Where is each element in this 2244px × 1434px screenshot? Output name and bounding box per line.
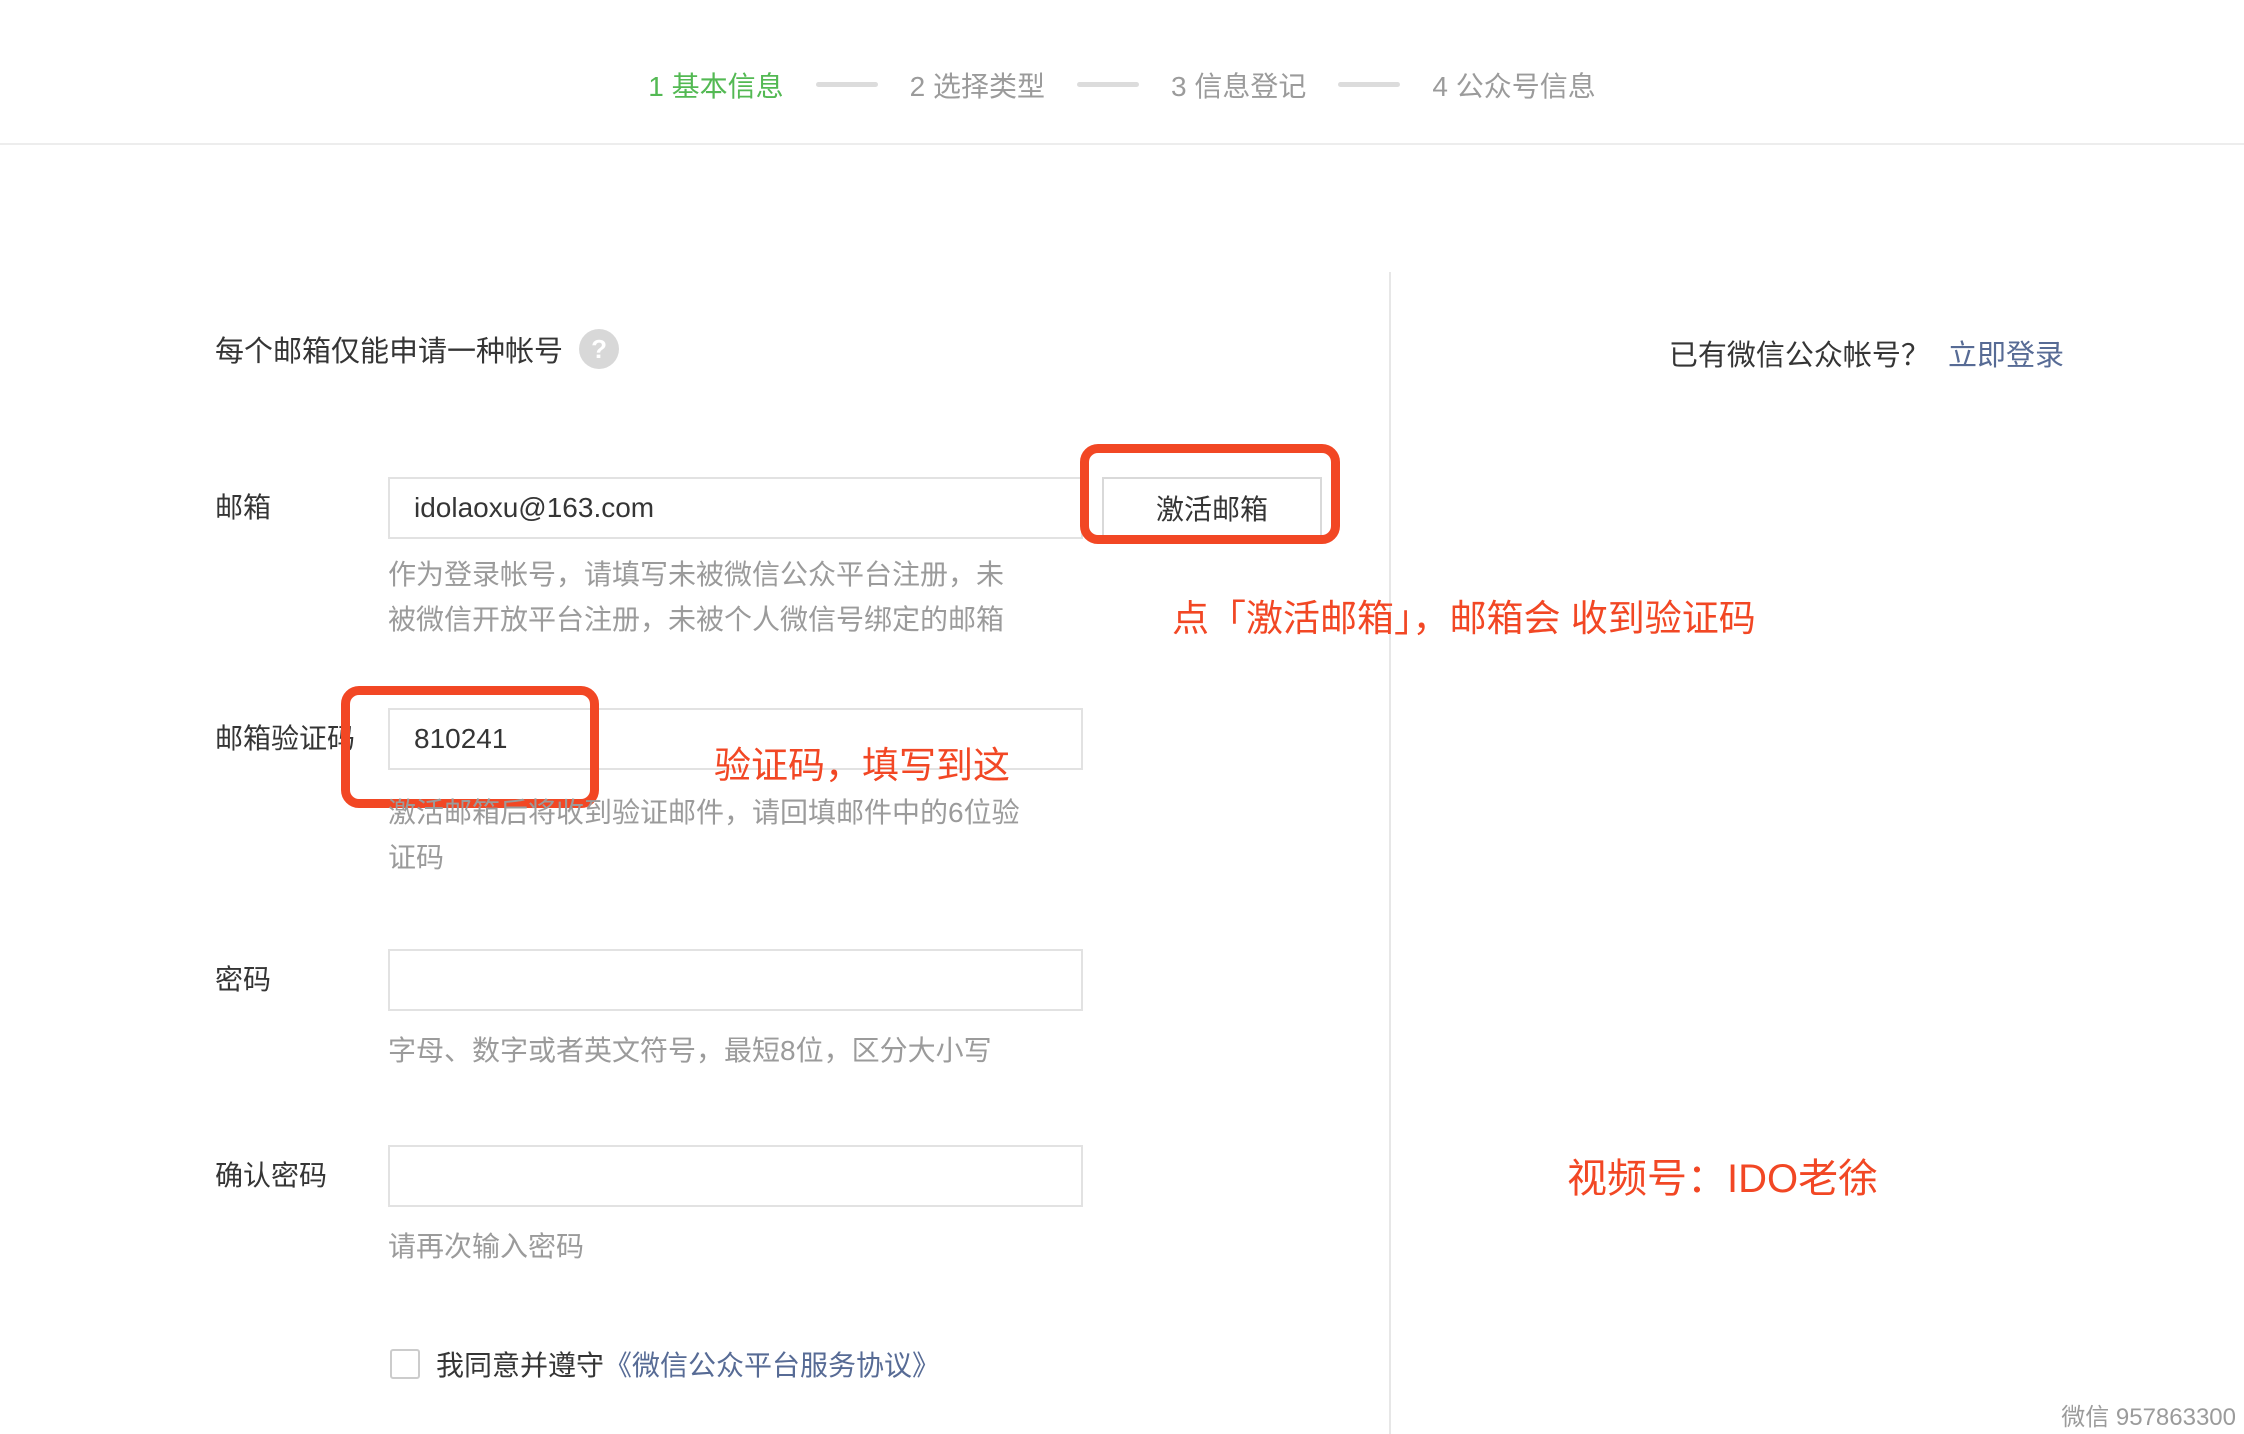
- step-info-registration: 3 信息登记: [1171, 65, 1306, 105]
- email-helper-line1: 作为登录帐号，请填写未被微信公众平台注册，未: [388, 552, 1004, 597]
- email-label: 邮箱: [215, 477, 385, 539]
- step-separator: [1338, 82, 1400, 87]
- code-annotation-text: 验证码，填写到这: [714, 735, 1010, 789]
- registration-page: 1 基本信息 2 选择类型 3 信息登记 4 公众号信息 每个邮箱仅能申请一种帐…: [0, 0, 2244, 1434]
- watermark-text: 微信 957863300: [2061, 1397, 2236, 1432]
- stepper: 1 基本信息 2 选择类型 3 信息登记 4 公众号信息: [648, 65, 1595, 105]
- vertical-divider: [1389, 272, 1391, 1434]
- code-helper-line1: 激活邮箱后将收到验证邮件，请回填邮件中的6位验: [388, 790, 1020, 835]
- email-helper-line2: 被微信开放平台注册，未被个人微信号绑定的邮箱: [388, 597, 1004, 642]
- email-input[interactable]: [388, 477, 1083, 539]
- email-limit-notice: 每个邮箱仅能申请一种帐号 ?: [215, 328, 619, 370]
- password-label: 密码: [215, 949, 385, 1011]
- email-code-label: 邮箱验证码: [215, 708, 385, 770]
- agreement-row: 我同意并遵守 《微信公众平台服务协议》: [390, 1344, 940, 1384]
- step-separator: [816, 82, 878, 87]
- code-helper-line2: 证码: [388, 835, 444, 880]
- existing-account-row: 已有微信公众帐号？ 立即登录: [1669, 332, 2064, 374]
- stepper-header: 1 基本信息 2 选择类型 3 信息登记 4 公众号信息: [0, 0, 2244, 145]
- agreement-text: 我同意并遵守: [436, 1344, 604, 1384]
- login-now-link[interactable]: 立即登录: [1948, 340, 2064, 372]
- question-mark-icon[interactable]: ?: [579, 329, 619, 369]
- activate-annotation-text: 点「激活邮箱」，邮箱会 收到验证码: [1172, 588, 1756, 642]
- step-basic-info: 1 基本信息: [648, 65, 783, 105]
- login-prompt: 已有微信公众帐号？: [1669, 340, 1930, 372]
- step-account-info: 4 公众号信息: [1432, 65, 1595, 105]
- activate-email-button[interactable]: 激活邮箱: [1102, 477, 1322, 539]
- confirm-password-label: 确认密码: [215, 1145, 385, 1207]
- service-agreement-link[interactable]: 《微信公众平台服务协议》: [604, 1344, 940, 1384]
- confirm-password-input[interactable]: [388, 1145, 1083, 1207]
- step-choose-type: 2 选择类型: [910, 65, 1045, 105]
- channel-annotation-text: 视频号：IDO老徐: [1567, 1146, 1878, 1204]
- notice-text: 每个邮箱仅能申请一种帐号: [215, 328, 563, 370]
- confirm-password-helper: 请再次输入密码: [388, 1224, 584, 1269]
- password-helper: 字母、数字或者英文符号，最短8位，区分大小写: [388, 1028, 992, 1073]
- agreement-checkbox[interactable]: [390, 1349, 420, 1379]
- step-separator: [1077, 82, 1139, 87]
- password-input[interactable]: [388, 949, 1083, 1011]
